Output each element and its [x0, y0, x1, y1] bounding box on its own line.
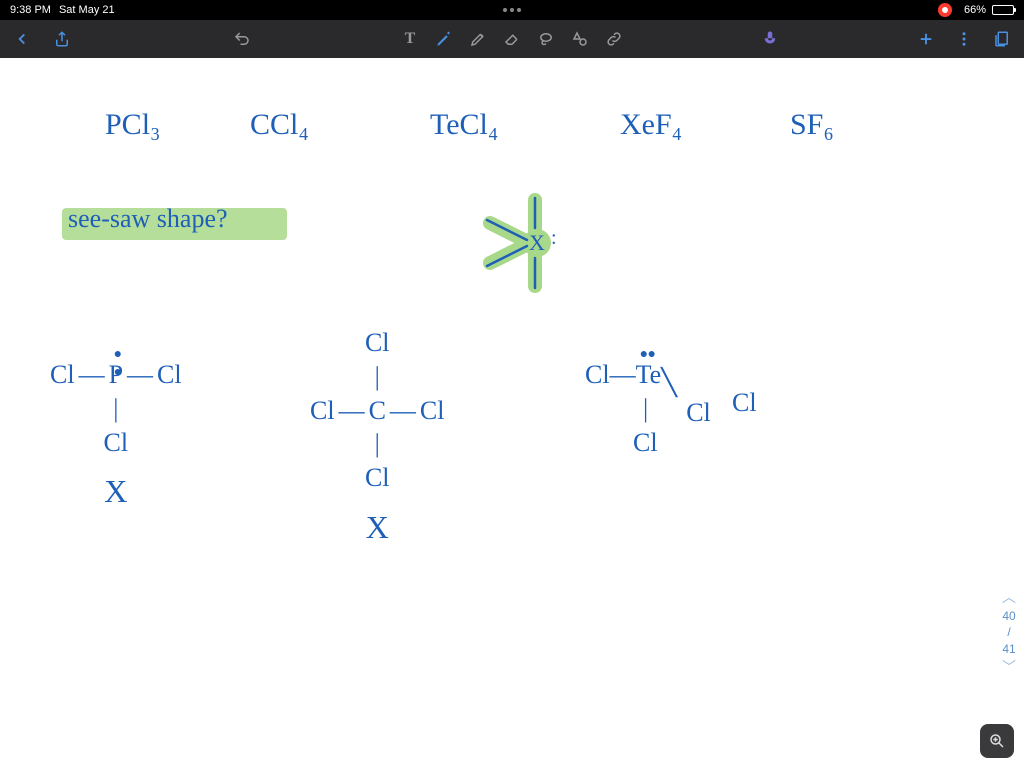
formula-sf6: SF₆ [790, 108, 834, 142]
note-canvas[interactable]: PCl₃ CCl₄ TeCl₄ XeF₄ SF₆ see-saw shape? … [0, 58, 1024, 768]
pen-tool[interactable] [434, 29, 454, 49]
status-left: 9:38 PM Sat May 21 [10, 4, 115, 16]
date: Sat May 21 [59, 4, 115, 16]
status-bar: 9:38 PM Sat May 21 66% [0, 0, 1024, 20]
seesaw-diagram: X : [475, 188, 595, 298]
app-toolbar: T [0, 20, 1024, 58]
highlighter-tool[interactable] [468, 29, 488, 49]
clock: 9:38 PM [10, 4, 51, 16]
add-button[interactable] [916, 29, 936, 49]
screen-record-icon[interactable] [938, 3, 952, 17]
svg-text:X: X [529, 230, 545, 255]
formula-tecl4: TeCl₄ [430, 108, 498, 142]
page-separator: / [1007, 625, 1010, 639]
battery-percent: 66% [964, 4, 986, 16]
tecl4-cl4: Cl [732, 388, 757, 418]
status-right: 66% [938, 3, 1014, 17]
lasso-tool[interactable] [536, 29, 556, 49]
page-current: 40 [1002, 609, 1015, 623]
lewis-ccl4: Cl | Cl — C — Cl | Cl X [310, 326, 445, 549]
lewis-pcl3: Cl — ● ● P — Cl | Cl X [50, 358, 182, 513]
eraser-tool[interactable] [502, 29, 522, 49]
page-indicator: ︿ 40 / 41 ﹀ [1002, 588, 1016, 678]
formula-ccl4: CCl₄ [250, 108, 309, 142]
multitask-dots[interactable] [503, 8, 521, 12]
back-button[interactable] [12, 29, 32, 49]
battery-icon [992, 5, 1014, 15]
page-up-button[interactable]: ︿ [1002, 588, 1016, 608]
svg-text::: : [551, 227, 557, 249]
page-total: 41 [1002, 642, 1015, 656]
share-button[interactable] [52, 29, 72, 49]
link-tool[interactable] [604, 29, 624, 49]
undo-button[interactable] [232, 29, 252, 49]
pages-button[interactable] [992, 29, 1012, 49]
shape-tool[interactable] [570, 29, 590, 49]
more-button[interactable] [954, 29, 974, 49]
page-down-button[interactable]: ﹀ [1002, 658, 1016, 678]
formula-pcl3: PCl₃ [105, 108, 161, 142]
formula-xef4: XeF₄ [620, 108, 682, 142]
microphone-button[interactable] [760, 29, 780, 49]
text-tool[interactable]: T [400, 29, 420, 49]
zoom-button[interactable] [980, 724, 1014, 758]
lewis-tecl4: Cl — ● ● Te ╲ | Cl Cl [585, 358, 711, 459]
question-text: see-saw shape? [68, 204, 228, 234]
